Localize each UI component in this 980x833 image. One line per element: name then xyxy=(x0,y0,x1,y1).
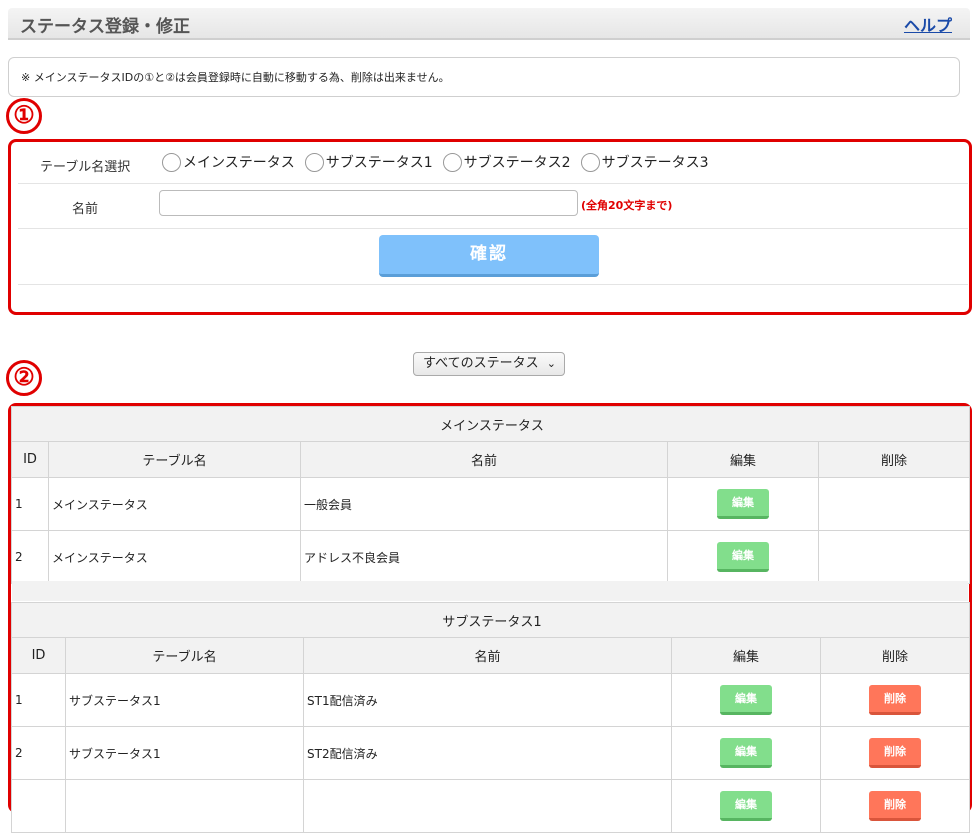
column-header-table: テーブル名 xyxy=(65,637,304,674)
radio-label: サブステータス1 xyxy=(325,155,433,171)
help-link[interactable]: ヘルプ xyxy=(904,12,952,36)
cell-name: アドレス不良会員 xyxy=(300,530,668,584)
cell-id: 2 xyxy=(11,726,66,780)
cell-table xyxy=(65,779,304,833)
table-row: 1 メインステータス 一般会員 編集 xyxy=(11,477,971,531)
confirm-button[interactable]: 確認 xyxy=(379,235,599,277)
radio-sub-status-3[interactable]: サブステータス3 xyxy=(580,152,709,172)
table-caption: メインステータス xyxy=(10,406,971,442)
column-header-table: テーブル名 xyxy=(48,441,301,478)
status-filter-select[interactable]: すべてのステータス ⌄ xyxy=(413,352,565,376)
radio-circle[interactable] xyxy=(442,152,462,172)
cell-table: サブステータス1 xyxy=(65,673,304,727)
edit-button[interactable]: 編集 xyxy=(720,791,772,821)
radio-label: サブステータス3 xyxy=(601,155,709,171)
cell-name: ST2配信済み xyxy=(303,726,672,780)
cell-name: 一般会員 xyxy=(300,477,668,531)
cell-id xyxy=(11,779,66,833)
column-header-edit: 編集 xyxy=(667,441,819,478)
table-spacer xyxy=(12,581,968,601)
column-header-id: ID xyxy=(11,441,49,478)
cell-name xyxy=(303,779,672,833)
delete-button[interactable]: 削除 xyxy=(869,791,921,821)
cell-id: 1 xyxy=(11,673,66,727)
radio-label: サブステータス2 xyxy=(463,155,571,171)
annotation-marker-2: ② xyxy=(6,360,42,396)
radio-circle[interactable] xyxy=(304,152,324,172)
table-row: 2 メインステータス アドレス不良会員 編集 xyxy=(11,530,971,584)
table-caption: サブステータス1 xyxy=(11,602,970,638)
edit-button[interactable]: 編集 xyxy=(717,489,769,519)
edit-button[interactable]: 編集 xyxy=(720,738,772,768)
chevron-down-icon: ⌄ xyxy=(546,357,556,370)
main-status-table: メインステータス ID テーブル名 名前 編集 削除 1 メインステータス 一般… xyxy=(10,406,971,584)
column-header-id: ID xyxy=(11,637,66,674)
edit-button[interactable]: 編集 xyxy=(717,542,769,572)
status-filter-value: すべてのステータス xyxy=(423,356,539,371)
edit-button[interactable]: 編集 xyxy=(720,685,772,715)
cell-table: メインステータス xyxy=(48,477,301,531)
table-radio-group: メインステータス サブステータス1 サブステータス2 サブステータス3 xyxy=(162,152,709,172)
table-row: 編集 削除 xyxy=(11,779,970,833)
cell-table: メインステータス xyxy=(48,530,301,584)
notice-box: ※ メインステータスIDの①と②は会員登録時に自動に移動する為、削除は出来ません… xyxy=(8,57,960,97)
column-header-edit: 編集 xyxy=(671,637,821,674)
page-header: ステータス登録・修正 ヘルプ xyxy=(8,8,970,40)
name-limit-note: (全角20文字まで) xyxy=(581,199,673,212)
cell-delete-empty xyxy=(817,477,971,531)
radio-circle[interactable] xyxy=(580,152,600,172)
name-label: 名前 xyxy=(72,202,99,217)
radio-circle[interactable] xyxy=(162,152,181,172)
delete-button[interactable]: 削除 xyxy=(869,738,921,768)
radio-sub-status-1[interactable]: サブステータス1 xyxy=(304,152,433,172)
sub-status-1-table: サブステータス1 ID テーブル名 名前 編集 削除 1 サブステータス1 ST… xyxy=(11,602,970,833)
cell-delete-empty xyxy=(817,530,971,584)
cell-table: サブステータス1 xyxy=(65,726,304,780)
table-row: 2 サブステータス1 ST2配信済み 編集 削除 xyxy=(11,726,970,780)
delete-button[interactable]: 削除 xyxy=(869,685,921,715)
column-header-delete: 削除 xyxy=(820,637,970,674)
cell-id: 1 xyxy=(11,477,49,531)
table-row: 1 サブステータス1 ST1配信済み 編集 削除 xyxy=(11,673,970,727)
annotation-marker-1: ① xyxy=(6,98,42,134)
cell-name: ST1配信済み xyxy=(303,673,672,727)
cell-id: 2 xyxy=(11,530,49,584)
radio-sub-status-2[interactable]: サブステータス2 xyxy=(442,152,571,172)
column-header-delete: 削除 xyxy=(817,441,971,478)
name-input[interactable] xyxy=(159,190,578,216)
radio-main-status[interactable]: メインステータス xyxy=(162,152,295,172)
column-header-name: 名前 xyxy=(303,637,672,674)
radio-label: メインステータス xyxy=(183,155,295,171)
table-select-label: テーブル名選択 xyxy=(40,160,131,175)
column-header-name: 名前 xyxy=(300,441,668,478)
page-title: ステータス登録・修正 xyxy=(20,17,190,37)
